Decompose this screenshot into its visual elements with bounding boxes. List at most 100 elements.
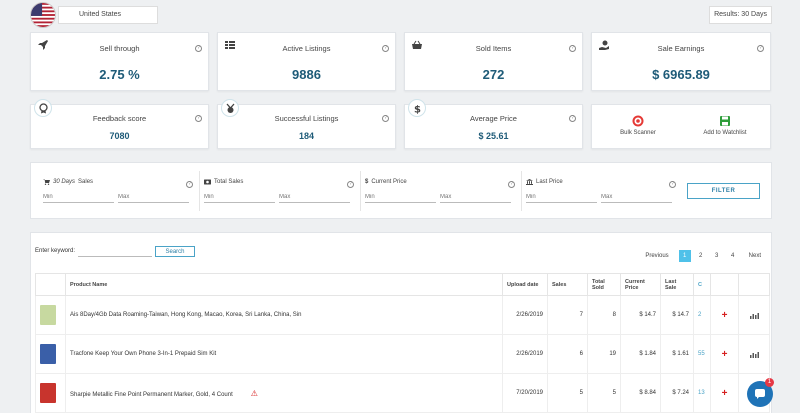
product-thumbnail[interactable] <box>35 373 66 413</box>
help-icon[interactable]: ? <box>669 181 676 188</box>
total-sold: 8 <box>587 295 621 335</box>
chart-icon[interactable] <box>738 334 770 374</box>
save-icon <box>720 116 730 126</box>
table-row[interactable]: Ais 8Day/4Gb Data Roaming-Taiwan, Hong K… <box>35 295 770 335</box>
max-input[interactable] <box>440 192 511 203</box>
add-to-watchlist-button[interactable]: Add to Watchlist <box>690 115 760 136</box>
product-image <box>40 305 56 325</box>
current-price: $ 14.7 <box>620 295 661 335</box>
filter-total-sales: Total Sales ? <box>204 179 354 209</box>
pager-previous[interactable]: Previous <box>643 250 670 262</box>
current-price: $ 1.84 <box>620 334 661 374</box>
stat-title: Feedback score <box>92 114 147 123</box>
max-input[interactable] <box>279 192 350 203</box>
add-icon[interactable]: + <box>710 334 739 374</box>
stat-card-average-price: $ Average Price ? $ 25.61 <box>404 99 583 149</box>
help-icon[interactable]: ? <box>757 45 764 52</box>
actions-card: Bulk Scanner Add to Watchlist <box>591 104 771 149</box>
sales: 5 <box>547 373 588 413</box>
sales: 7 <box>547 295 588 335</box>
pager-next[interactable]: Next <box>747 250 763 262</box>
pager-page-3[interactable]: 3 <box>711 250 723 262</box>
col-c[interactable]: C <box>693 273 711 296</box>
dollar-icon: $ <box>365 179 369 185</box>
min-input[interactable] <box>365 192 436 203</box>
help-icon[interactable]: ? <box>195 115 202 122</box>
help-icon[interactable]: ? <box>347 181 354 188</box>
c-count[interactable]: 55 <box>693 334 711 374</box>
results-period[interactable]: Results: 30 Days <box>709 6 772 24</box>
last-sale: $ 14.7 <box>660 295 694 335</box>
col-current-price[interactable]: Current Price <box>620 273 661 296</box>
col-last-sale[interactable]: Last Sale <box>660 273 694 296</box>
col-upload-date[interactable]: Upload date <box>502 273 548 296</box>
help-icon[interactable]: ? <box>382 115 389 122</box>
stat-value: 7080 <box>109 131 130 141</box>
min-input[interactable] <box>204 192 275 203</box>
us-flag-icon[interactable] <box>30 2 56 28</box>
help-icon[interactable]: ? <box>569 115 576 122</box>
table-row[interactable]: Tracfone Keep Your Own Phone 3-In-1 Prep… <box>35 334 770 374</box>
pager-page-2[interactable]: 2 <box>695 250 707 262</box>
filter-button[interactable]: FILTER <box>687 183 760 199</box>
product-name[interactable]: Ais 8Day/4Gb Data Roaming-Taiwan, Hong K… <box>65 295 503 335</box>
help-icon[interactable]: ? <box>508 181 515 188</box>
stat-value: 9886 <box>292 67 321 82</box>
add-icon[interactable]: + <box>710 295 739 335</box>
divider <box>521 171 522 211</box>
stat-card-sell-through: Sell through ? 2.75 % <box>30 32 209 91</box>
stat-title: Sell through <box>99 44 140 53</box>
filter-label: Current Price <box>371 179 407 185</box>
help-icon[interactable]: ? <box>195 45 202 52</box>
product-thumbnail[interactable] <box>35 295 66 335</box>
add-to-watchlist-label: Add to Watchlist <box>703 130 747 136</box>
add-icon[interactable]: + <box>710 373 739 413</box>
country-selector[interactable]: United States <box>58 6 158 24</box>
chat-notification-badge: 1 <box>765 378 774 387</box>
product-name[interactable]: Tracfone Keep Your Own Phone 3-In-1 Prep… <box>65 334 503 374</box>
bulk-scanner-button[interactable]: Bulk Scanner <box>603 115 673 136</box>
table-row[interactable]: Sharpie Metallic Fine Point Permanent Ma… <box>35 373 770 413</box>
table-header-row: Product Name Upload date Sales Total Sol… <box>35 273 770 296</box>
help-icon[interactable]: ? <box>186 181 193 188</box>
search-button[interactable]: Search <box>155 246 195 257</box>
col-product-name[interactable]: Product Name <box>65 273 503 296</box>
product-image <box>40 344 56 364</box>
stat-card-feedback-score: Feedback score ? 7080 <box>30 99 209 149</box>
max-input[interactable] <box>118 192 189 203</box>
filter-panel: 30 Days Sales ? Total Sales ? $ Current … <box>30 162 772 219</box>
warning-icon: ⚠ <box>250 388 258 398</box>
stat-title: Active Listings <box>282 44 331 53</box>
product-name[interactable]: Sharpie Metallic Fine Point Permanent Ma… <box>70 392 233 398</box>
chart-icon[interactable] <box>738 295 770 335</box>
pager-page-4[interactable]: 4 <box>727 250 739 262</box>
pager-page-1[interactable]: 1 <box>678 250 691 262</box>
min-input[interactable] <box>43 192 114 203</box>
product-thumbnail[interactable] <box>35 334 66 374</box>
upload-date: 7/20/2019 <box>502 373 548 413</box>
filter-30-days-sales: 30 Days Sales ? <box>43 179 193 209</box>
filter-label: Sales <box>78 179 94 185</box>
stat-value: 184 <box>298 131 315 141</box>
keyword-input[interactable] <box>78 248 152 257</box>
c-count[interactable]: 13 <box>693 373 711 413</box>
stat-value: 272 <box>482 67 505 82</box>
help-icon[interactable]: ? <box>569 45 576 52</box>
help-icon[interactable]: ? <box>382 45 389 52</box>
col-total-sold[interactable]: Total Sold <box>587 273 621 296</box>
results-table-panel: Enter keyword: Search Previous 1 2 3 4 N… <box>30 232 772 413</box>
keyword-label: Enter keyword: <box>35 248 76 254</box>
last-sale: $ 1.61 <box>660 334 694 374</box>
col-sales[interactable]: Sales <box>547 273 588 296</box>
min-input[interactable] <box>526 192 597 203</box>
current-price: $ 8.84 <box>620 373 661 413</box>
max-input[interactable] <box>601 192 672 203</box>
chat-icon <box>755 389 765 399</box>
bulk-scanner-label: Bulk Scanner <box>620 130 656 136</box>
stat-value: $ 6965.89 <box>652 67 710 82</box>
product-name-cell[interactable]: Sharpie Metallic Fine Point Permanent Ma… <box>65 373 503 413</box>
c-count[interactable]: 2 <box>693 295 711 335</box>
bank-icon <box>526 179 533 185</box>
stat-card-active-listings: Active Listings ? 9886 <box>217 32 396 91</box>
upload-date: 2/26/2019 <box>502 295 548 335</box>
